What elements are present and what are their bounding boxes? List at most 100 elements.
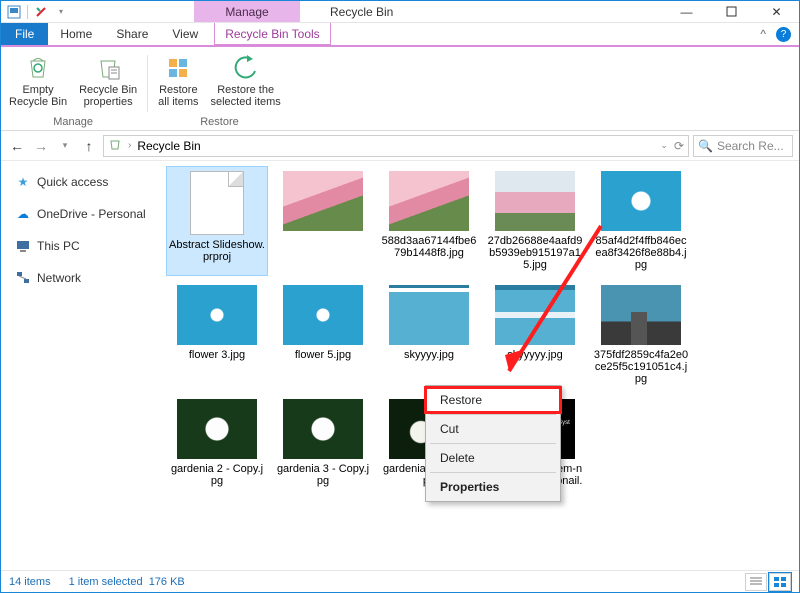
properties-qat-icon[interactable] <box>34 5 48 19</box>
window-title: Recycle Bin <box>300 1 393 22</box>
recycle-bin-properties-button[interactable]: Recycle Bin properties <box>75 51 141 116</box>
file-item[interactable] <box>273 167 373 275</box>
thumbnail <box>389 171 469 231</box>
thumbnail <box>389 285 469 345</box>
thumbnails-view-button[interactable] <box>769 573 791 591</box>
thumbnail <box>283 285 363 345</box>
back-button[interactable]: ← <box>7 136 27 156</box>
file-item[interactable]: skyyyyy.jpg <box>485 281 585 389</box>
tab-view[interactable]: View <box>160 23 210 45</box>
status-selection: 1 item selected 176 KB <box>69 576 185 588</box>
file-name-label: 588d3aa67144fbe679b1448f8.jpg <box>381 235 477 259</box>
qat-dropdown-icon[interactable]: ▾ <box>54 5 68 19</box>
recycle-bin-properties-icon <box>92 53 124 81</box>
ribbon-tabs: File Home Share View Recycle Bin Tools ^… <box>1 23 799 45</box>
ribbon-group-restore-label: Restore <box>200 116 239 130</box>
cloud-icon: ☁ <box>15 206 31 222</box>
nav-onedrive[interactable]: ☁ OneDrive - Personal <box>9 203 153 225</box>
separator <box>147 55 148 112</box>
file-name-label: flower 3.jpg <box>189 349 245 361</box>
ribbon-collapse-icon[interactable]: ^ <box>760 27 766 41</box>
contextual-tab-header: Manage <box>194 1 300 22</box>
tab-file[interactable]: File <box>1 23 48 45</box>
file-item[interactable]: flower 5.jpg <box>273 281 373 389</box>
thumbnail <box>495 285 575 345</box>
ribbon-group-manage: Empty Recycle Bin Recycle Bin properties… <box>1 51 145 130</box>
file-name-label: Abstract Slideshow.prproj <box>169 239 265 263</box>
breadcrumb-location[interactable]: Recycle Bin <box>137 139 200 153</box>
maximize-button[interactable] <box>709 1 754 22</box>
thumbnail <box>283 171 363 231</box>
tab-recycle-bin-tools[interactable]: Recycle Bin Tools <box>214 23 331 45</box>
file-name-label: gardenia 2 - Copy.jpg <box>169 463 265 487</box>
tab-share[interactable]: Share <box>104 23 160 45</box>
file-item[interactable]: flower 3.jpg <box>167 281 267 389</box>
context-menu: Restore Cut Delete Properties <box>425 385 561 502</box>
nav-network-label: Network <box>37 271 81 285</box>
up-button[interactable]: ↑ <box>79 136 99 156</box>
separator <box>430 414 556 415</box>
restore-all-label: Restore all items <box>158 84 198 108</box>
restore-all-icon <box>162 53 194 81</box>
ribbon: Empty Recycle Bin Recycle Bin properties… <box>1 47 799 131</box>
status-item-count: 14 items <box>9 576 51 588</box>
restore-all-items-button[interactable]: Restore all items <box>154 51 202 116</box>
file-item[interactable]: gardenia 2 - Copy.jpg <box>167 395 267 503</box>
file-item[interactable]: 27db26688e4aafd9b5939eb915197a15.jpg <box>485 167 585 275</box>
recent-locations-dropdown[interactable]: ▾ <box>55 136 75 156</box>
details-view-button[interactable] <box>745 573 767 591</box>
help-icon[interactable]: ? <box>776 27 791 42</box>
address-bar[interactable]: › Recycle Bin ⌄ ⟳ <box>103 135 689 157</box>
context-menu-properties[interactable]: Properties <box>426 475 560 499</box>
recycle-bin-properties-label: Recycle Bin properties <box>79 84 137 108</box>
file-item[interactable]: skyyyy.jpg <box>379 281 479 389</box>
restore-selected-icon <box>230 53 262 81</box>
nav-quick-access-label: Quick access <box>37 175 108 189</box>
window-controls: — ✕ <box>664 1 799 22</box>
network-icon <box>15 270 31 286</box>
thumbnail <box>177 399 257 459</box>
file-item[interactable]: 375fdf2859c4fa2e0ce25f5c191051c4.jpg <box>591 281 691 389</box>
context-menu-cut[interactable]: Cut <box>426 417 560 441</box>
empty-recycle-bin-button[interactable]: Empty Recycle Bin <box>5 51 71 116</box>
separator <box>430 443 556 444</box>
file-item[interactable]: Abstract Slideshow.prproj <box>167 167 267 275</box>
search-placeholder: Search Re... <box>717 139 784 153</box>
refresh-icon[interactable]: ⟳ <box>674 139 684 153</box>
file-item[interactable]: 85af4d2f4ffb846ecea8f3426f8e88b4.jpg <box>591 167 691 275</box>
tab-home[interactable]: Home <box>48 23 104 45</box>
file-name-label: skyyyyy.jpg <box>507 349 562 361</box>
forward-button[interactable]: → <box>31 136 51 156</box>
thumbnail <box>283 399 363 459</box>
search-input[interactable]: 🔍 Search Re... <box>693 135 793 157</box>
context-menu-delete[interactable]: Delete <box>426 446 560 470</box>
file-name-label: 375fdf2859c4fa2e0ce25f5c191051c4.jpg <box>593 349 689 385</box>
status-bar: 14 items 1 item selected 176 KB <box>1 570 799 592</box>
file-name-label: 85af4d2f4ffb846ecea8f3426f8e88b4.jpg <box>593 235 689 271</box>
nav-network[interactable]: Network <box>9 267 153 289</box>
ribbon-group-restore: Restore all items Restore the selected i… <box>150 51 289 130</box>
thumbnail <box>601 285 681 345</box>
restore-selected-items-button[interactable]: Restore the selected items <box>207 51 285 116</box>
star-icon: ★ <box>15 174 31 190</box>
pc-icon <box>15 238 31 254</box>
nav-quick-access[interactable]: ★ Quick access <box>9 171 153 193</box>
navigation-pane: ★ Quick access ☁ OneDrive - Personal Thi… <box>1 161 161 570</box>
address-dropdown-icon[interactable]: ⌄ <box>660 140 668 151</box>
separator <box>430 472 556 473</box>
file-name-label: gardenia 3 - Copy.jpg <box>275 463 371 487</box>
chevron-right-icon[interactable]: › <box>128 140 131 151</box>
file-item[interactable]: 588d3aa67144fbe679b1448f8.jpg <box>379 167 479 275</box>
empty-recycle-bin-label: Empty Recycle Bin <box>9 84 67 108</box>
app-icon[interactable] <box>7 5 21 19</box>
file-name-label: 27db26688e4aafd9b5939eb915197a15.jpg <box>487 235 583 271</box>
file-name-label: flower 5.jpg <box>295 349 351 361</box>
restore-selected-label: Restore the selected items <box>211 84 281 108</box>
minimize-button[interactable]: — <box>664 1 709 22</box>
nav-this-pc[interactable]: This PC <box>9 235 153 257</box>
thumbnail <box>495 171 575 231</box>
content-pane[interactable]: Abstract Slideshow.prproj 588d3aa67144fbe… <box>161 161 799 570</box>
file-item[interactable]: gardenia 3 - Copy.jpg <box>273 395 373 503</box>
close-button[interactable]: ✕ <box>754 1 799 22</box>
context-menu-restore[interactable]: Restore <box>426 388 560 412</box>
